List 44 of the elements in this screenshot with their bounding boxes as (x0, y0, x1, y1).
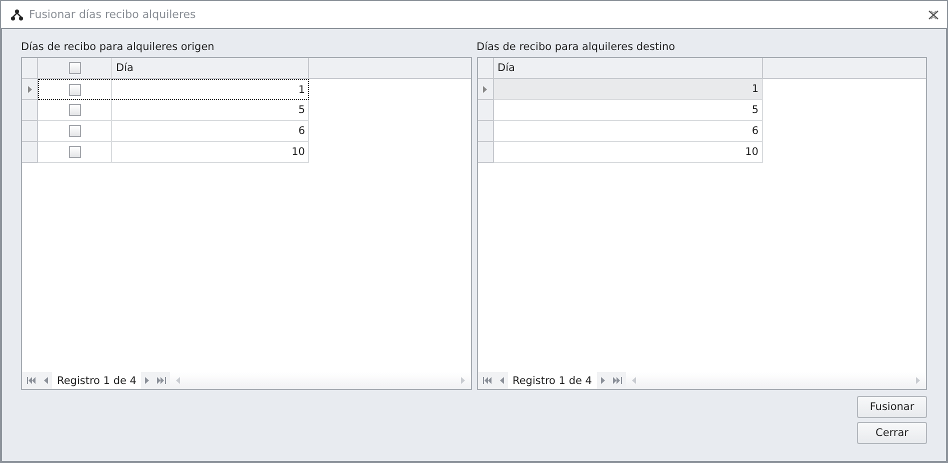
grid-caption: Días de recibo para alquileres destino (476, 41, 676, 55)
scroll-right-icon[interactable] (916, 377, 920, 384)
table-cell: 10 (112, 142, 309, 163)
row-indicator[interactable] (22, 121, 38, 142)
checkbox[interactable] (69, 84, 81, 96)
table-cell: 6 (112, 121, 309, 142)
current-row-icon (483, 86, 487, 92)
next-record-icon[interactable] (145, 377, 150, 384)
dialog-button[interactable]: Cerrar (857, 422, 927, 444)
row-indicator[interactable] (478, 79, 494, 100)
row-indicator[interactable] (22, 100, 38, 121)
table-cell: 5 (494, 100, 762, 121)
window-title: Fusionar días recibo alquileres (29, 8, 196, 21)
grid-caption: Días de recibo para alquileres origen (21, 41, 216, 55)
row-indicator[interactable] (478, 100, 494, 121)
table-cell: 1 (494, 79, 762, 100)
row-indicator[interactable] (22, 142, 38, 163)
previous-record-icon[interactable] (44, 377, 48, 384)
scroll-left-icon[interactable] (632, 377, 636, 384)
hierarchy-icon (11, 8, 23, 20)
scroll-left-icon[interactable] (176, 377, 180, 384)
row-indicator[interactable] (478, 142, 494, 163)
checkbox[interactable] (68, 146, 80, 158)
checkbox[interactable] (68, 104, 80, 116)
last-record-icon[interactable] (157, 377, 166, 384)
row-indicator[interactable] (478, 121, 494, 142)
close-icon[interactable] (928, 10, 939, 20)
dialog-button[interactable]: Fusionar (857, 396, 927, 418)
previous-record-icon[interactable] (500, 377, 504, 384)
last-record-icon[interactable] (612, 377, 622, 384)
row-indicator[interactable] (22, 79, 38, 100)
current-row-icon (28, 86, 32, 92)
table-cell: 10 (494, 142, 762, 163)
checkbox[interactable] (68, 125, 80, 137)
table-cell: 1 (112, 79, 309, 100)
first-record-icon[interactable] (482, 377, 492, 384)
record-counter: Registro 1 de 4 (508, 372, 597, 389)
scroll-right-icon[interactable] (460, 377, 464, 384)
table-cell: 5 (112, 100, 309, 121)
checkbox[interactable] (68, 62, 80, 74)
record-counter: Registro 1 de 4 (52, 372, 142, 389)
table-cell: 6 (494, 121, 762, 142)
next-record-icon[interactable] (600, 377, 605, 384)
first-record-icon[interactable] (27, 377, 36, 384)
